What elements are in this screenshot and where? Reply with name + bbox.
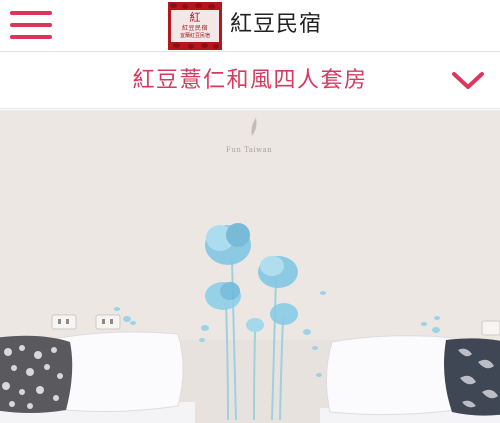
hamburger-menu-icon[interactable] — [10, 9, 52, 41]
logo-subtitle-2: 宜蘭紅豆民宿 — [179, 33, 210, 39]
logo-mark: 紅 — [189, 11, 201, 24]
room-photo: Fun Taiwan — [0, 110, 500, 423]
logo-subtitle: 紅豆民宿 — [181, 25, 208, 32]
room-selector[interactable]: 紅豆薏仁和風四人套房 — [0, 53, 500, 109]
room-title: 紅豆薏仁和風四人套房 — [132, 68, 368, 93]
photo-watermark: Fun Taiwan — [226, 146, 273, 154]
site-logo[interactable]: 紅 紅豆民宿 宜蘭紅豆民宿 — [168, 2, 222, 50]
app-header: 紅 紅豆民宿 宜蘭紅豆民宿 紅豆民宿 — [0, 0, 500, 52]
logo-inner: 紅 紅豆民宿 宜蘭紅豆民宿 — [171, 10, 219, 42]
chevron-down-icon[interactable] — [450, 69, 486, 93]
site-name[interactable]: 紅豆民宿 — [230, 8, 322, 42]
room-photo-illustration — [0, 110, 500, 423]
